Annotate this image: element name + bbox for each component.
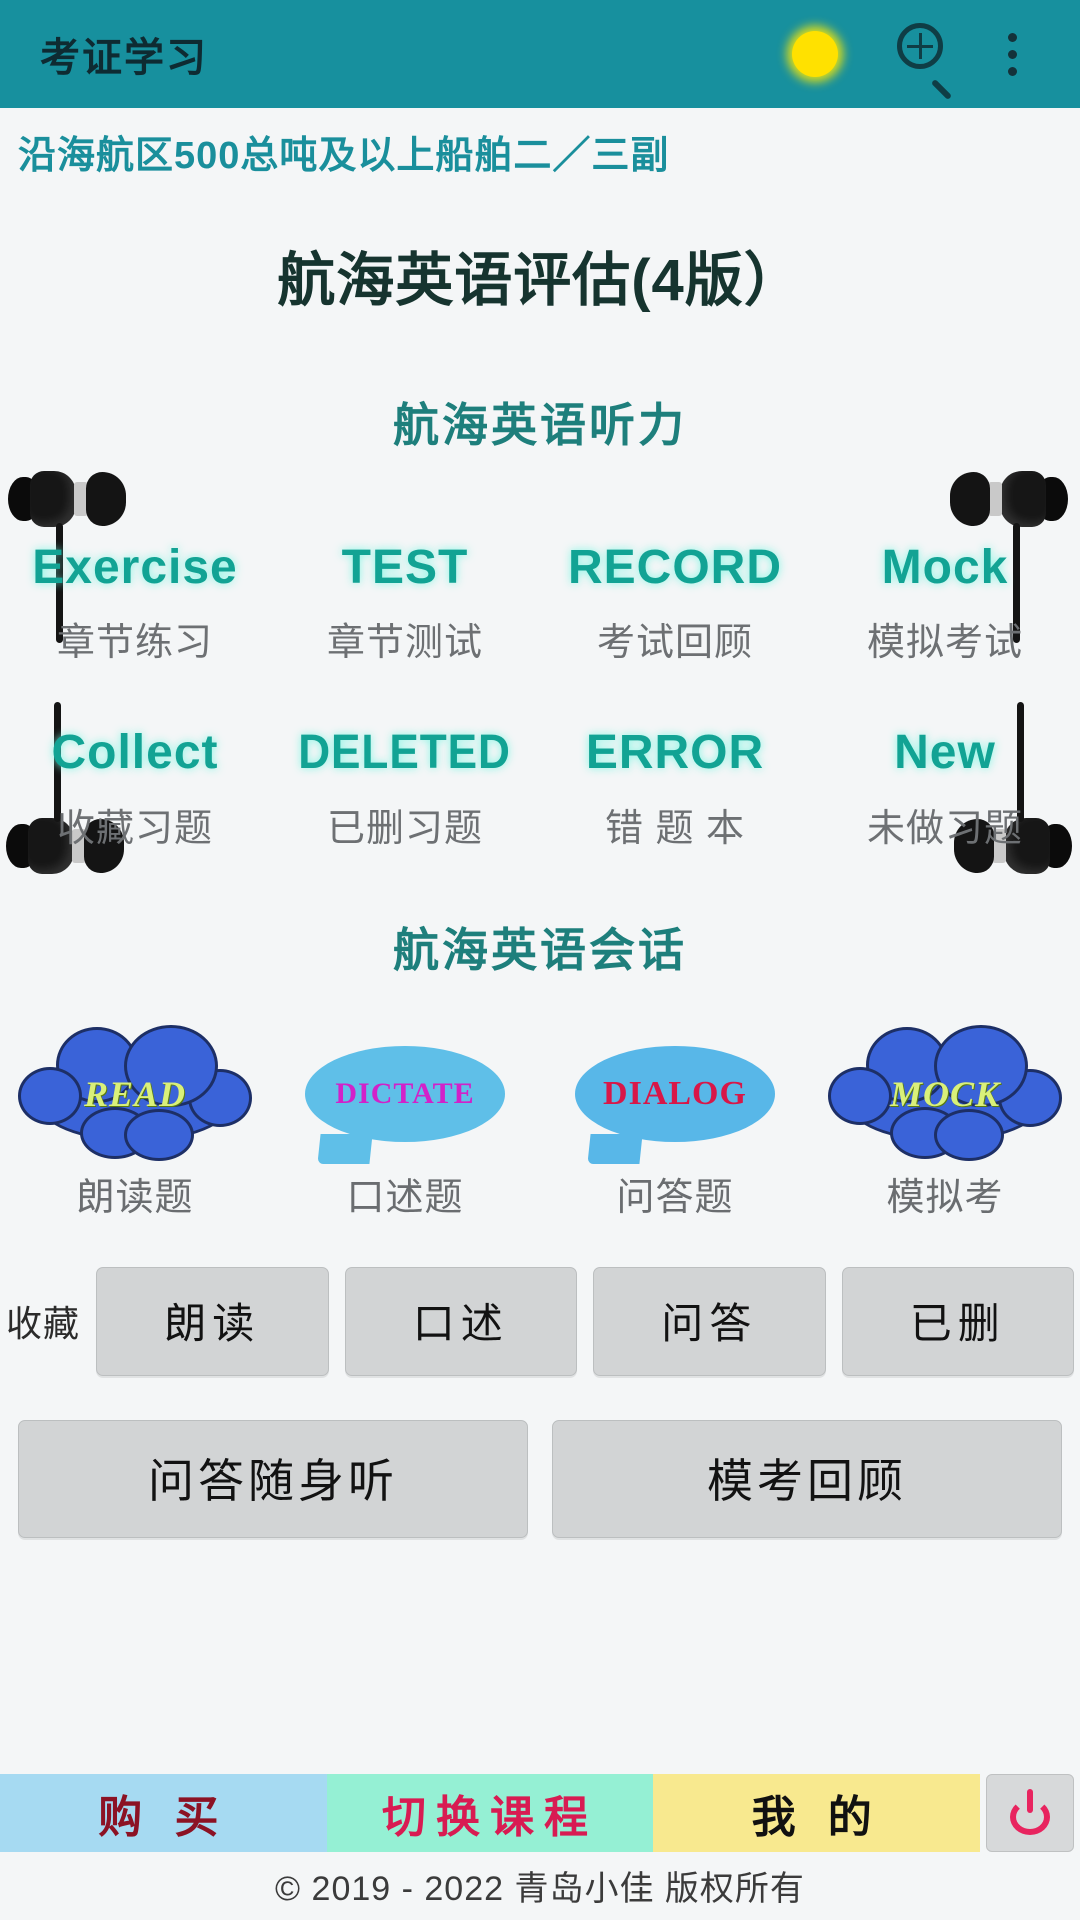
tile-en-label: Collect bbox=[51, 726, 219, 780]
cloud-icon: READ bbox=[18, 1024, 252, 1161]
app-bar: 考证学习 bbox=[0, 0, 1080, 108]
tile-cn-label: 章节练习 bbox=[56, 622, 213, 665]
app-title: 考证学习 bbox=[40, 36, 208, 80]
conversation-grid: READ 朗读题 DICTATE 口述题 DIALOG 问答题 MOCK 模拟考 bbox=[0, 1024, 1080, 1221]
favourites-button-dictate[interactable]: 口述 bbox=[344, 1266, 578, 1376]
listening-grid-row-2: Collect 收藏习题 DELETED 已删习题 ERROR 错 题 本 Ne… bbox=[0, 702, 1080, 875]
magnifier-icon[interactable] bbox=[886, 12, 970, 101]
bottom-nav: 购 买 切换课程 我 的 bbox=[0, 1774, 1080, 1852]
wide-button-row: 问答随身听 模考回顾 bbox=[0, 1419, 1080, 1538]
page-title: 航海英语评估(4版） bbox=[277, 248, 803, 313]
tile-en-label: Mock bbox=[881, 541, 1009, 594]
tile-collect[interactable]: Collect 收藏习题 bbox=[0, 718, 270, 851]
tile-en-label: ERROR bbox=[585, 726, 765, 780]
tile-record[interactable]: RECORD 考试回顾 bbox=[540, 533, 810, 666]
cloud-icon: MOCK bbox=[828, 1024, 1062, 1161]
tile-cn-label: 未做习题 bbox=[866, 807, 1023, 850]
qa-listen-button[interactable]: 问答随身听 bbox=[18, 1419, 528, 1538]
nav-item-buy[interactable]: 购 买 bbox=[0, 1774, 327, 1852]
tile-cn-label: 错 题 本 bbox=[604, 807, 746, 850]
favourites-bar: 收藏 朗读 口述 问答 已删 bbox=[0, 1266, 1080, 1376]
tile-cn-label: 口述题 bbox=[346, 1176, 464, 1219]
breadcrumb: 沿海航区500总吨及以上船舶二／三副 bbox=[18, 135, 670, 177]
tile-en-label: DELETED bbox=[298, 726, 512, 780]
tile-cn-label: 问答题 bbox=[616, 1176, 734, 1219]
tile-en-label: Exercise bbox=[32, 541, 238, 594]
tile-read[interactable]: READ 朗读题 bbox=[0, 1024, 270, 1221]
overflow-menu-icon[interactable] bbox=[970, 12, 1054, 96]
bubble-en-label: MOCK bbox=[889, 1073, 1001, 1114]
tile-cn-label: 收藏习题 bbox=[56, 807, 213, 850]
tile-dictate[interactable]: DICTATE 口述题 bbox=[270, 1040, 540, 1221]
tile-en-label: New bbox=[894, 726, 996, 780]
tile-mock-conversation[interactable]: MOCK 模拟考 bbox=[810, 1024, 1080, 1221]
mock-review-button[interactable]: 模考回顾 bbox=[552, 1419, 1062, 1538]
tile-cn-label: 模拟考 bbox=[886, 1176, 1004, 1219]
power-icon[interactable] bbox=[986, 1774, 1075, 1852]
listening-grid-row-1: Exercise 章节练习 TEST 章节测试 RECORD 考试回顾 Mock… bbox=[0, 471, 1080, 666]
speech-bubble-icon: DICTATE bbox=[300, 1040, 510, 1164]
tile-error[interactable]: ERROR 错 题 本 bbox=[540, 718, 810, 851]
bubble-en-label: DIALOG bbox=[603, 1074, 747, 1112]
tile-cn-label: 考试回顾 bbox=[596, 622, 753, 665]
tile-dialog[interactable]: DIALOG 问答题 bbox=[540, 1040, 810, 1221]
section-header-conversation: 航海英语会话 bbox=[393, 923, 687, 976]
favourites-button-dialog[interactable]: 问答 bbox=[593, 1266, 826, 1376]
tile-cn-label: 已删习题 bbox=[326, 807, 483, 850]
tile-cn-label: 模拟考试 bbox=[866, 622, 1023, 665]
tile-exercise[interactable]: Exercise 章节练习 bbox=[0, 533, 270, 666]
section-header-listening: 航海英语听力 bbox=[393, 399, 687, 451]
sun-icon[interactable] bbox=[770, 9, 860, 99]
nav-item-switch-course[interactable]: 切换课程 bbox=[326, 1774, 654, 1852]
tile-cn-label: 章节测试 bbox=[326, 622, 483, 665]
tile-new[interactable]: New 未做习题 bbox=[810, 718, 1080, 851]
nav-item-mine[interactable]: 我 的 bbox=[653, 1774, 981, 1852]
tile-mock-exam[interactable]: Mock 模拟考试 bbox=[810, 533, 1080, 666]
favourites-label: 收藏 bbox=[6, 1303, 81, 1345]
tile-deleted[interactable]: DELETED 已删习题 bbox=[270, 718, 540, 851]
tile-test[interactable]: TEST 章节测试 bbox=[270, 533, 540, 666]
tile-cn-label: 朗读题 bbox=[76, 1176, 194, 1219]
bubble-en-label: DICTATE bbox=[335, 1076, 475, 1110]
speech-bubble-icon: DIALOG bbox=[570, 1040, 780, 1164]
favourites-button-read[interactable]: 朗读 bbox=[96, 1266, 329, 1376]
favourites-button-deleted[interactable]: 已删 bbox=[841, 1266, 1075, 1376]
tile-en-label: TEST bbox=[341, 541, 469, 594]
tile-en-label: RECORD bbox=[567, 541, 782, 594]
copyright-footer: © 2019 - 2022 青岛小佳 版权所有 bbox=[275, 1870, 805, 1908]
bubble-en-label: READ bbox=[83, 1073, 187, 1114]
